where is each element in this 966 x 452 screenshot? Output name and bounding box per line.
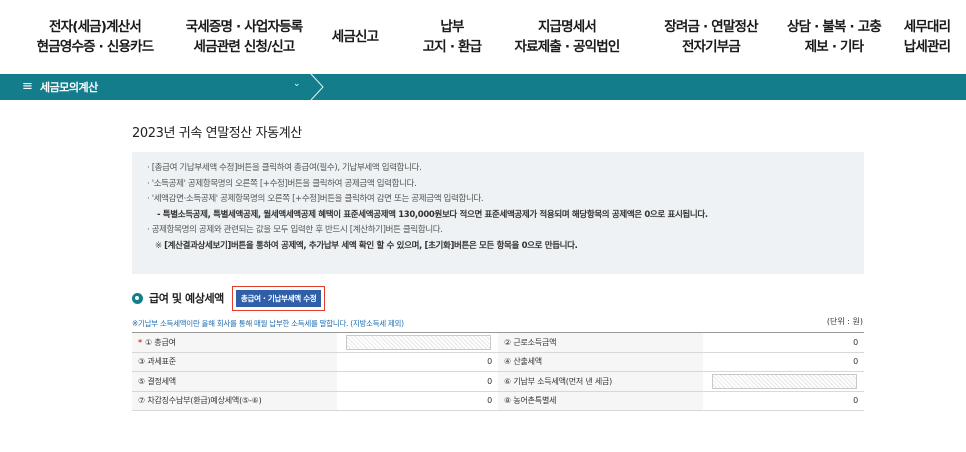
nav-line2: 현금영수증 · 신용카드 [36,39,155,55]
nav-line2: 세금관련 신청/신고 [193,39,296,55]
prepaid-tax-note: ※기납부 소득세액이란 올해 회사를 통해 매월 납부한 소득세를 말합니다. … [132,319,404,328]
tax-simulation-menu[interactable]: ≡ 세금모의계산 ⌄ [0,74,330,100]
hamburger-icon[interactable]: ≡ [22,78,33,96]
nav-line2: 자료제출 · 공익법인 [514,39,620,55]
nav-line1: 세금신고 [331,29,379,45]
instructions-box: · [총급여 기납부세액 수정]버튼을 클릭하여 총급여(필수), 기납부세액 … [132,152,864,274]
edit-salary-tax-button[interactable]: 총급여 · 기납부세액 수정 [235,289,322,307]
note-prefix: ※ [155,240,165,251]
menu-label: 세금모의계산 [40,81,98,94]
total-salary-label: * ① 총급여 [132,332,337,353]
section-bullet-icon [132,292,143,304]
nav-line2: 제보 · 기타 [804,39,864,55]
nav-payment-statement[interactable]: 지급명세서 자료제출 · 공익법인 [502,0,632,74]
nav-consultation[interactable]: 상담 · 불복 · 고충 제보 · 기타 [784,0,884,74]
nav-tax-certificate[interactable]: 국세증명 · 사업자등록 세금관련 신청/신고 [174,0,314,74]
expected-tax-label: ⑦ 차감징수납부(환급)예상세액(⑤-⑥) [132,390,337,411]
table-row: ③ 과세표준 0 ④ 산출세액 0 [132,351,864,372]
calculated-tax-label: ④ 산출세액 [498,351,703,372]
label-text: ① 총급여 [144,337,176,347]
prepaid-tax-cell [703,371,864,392]
determined-tax-value: 0 [337,371,498,392]
expected-tax-value: 0 [337,390,498,411]
nav-tax-filing[interactable]: 세금신고 [322,0,388,74]
table-row: * ① 총급여 ② 근로소득금액 0 [132,332,864,353]
instruction-line: · [총급여 기납부세액 수정]버튼을 클릭하여 총급여(필수), 기납부세액 … [147,163,422,173]
instruction-note: ※ [계산결과상세보기]버튼을 통하여 공제액, 추가납부 세액 확인 할 수 … [147,239,849,255]
section-title: 급여 및 예상세액 [149,292,224,305]
nav-line1: 장려금 · 연말정산 [664,19,758,35]
nav-line1: 전자(세금)계산서 [48,19,142,35]
earned-income-label: ② 근로소득금액 [498,332,703,353]
instruction-line: · 공제항목명의 공제와 관련되는 값을 모두 입력한 후 반드시 [계산하기]… [147,225,443,235]
tax-base-label: ③ 과세표준 [132,351,337,372]
section-header: 급여 및 예상세액 총급여 · 기납부세액 수정 [132,285,326,311]
sub-menu-bar: ≡ 세금모의계산 ⌄ [0,74,966,100]
note-emphasis: [계산결과상세보기]버튼을 통하여 공제액, 추가납부 세액 확인 할 수 있으… [164,240,578,251]
table-row: ⑤ 결정세액 0 ⑥ 기납부 소득세액(먼저 낸 세금) [132,371,864,392]
highlight-frame: 총급여 · 기납부세액 수정 [231,285,326,311]
nav-year-end-settlement[interactable]: 장려금 · 연말정산 전자기부금 [646,0,776,74]
nav-payment[interactable]: 납부 고지 · 환급 [412,0,492,74]
unit-label: (단위 : 원) [826,317,863,326]
nav-line1: 지급명세서 [537,19,597,35]
instruction-line: · '소득공제' 공제항목명의 오른쪽 [+수정]버튼을 클릭하여 공제금액 입… [147,178,417,189]
total-salary-cell [337,332,498,353]
nav-line1: 납부 [440,19,464,35]
instruction-line: · '세액감면·소득공제' 공제항목명의 오른쪽 [+수정]버튼을 클릭하여 감… [147,194,484,204]
nav-line1: 상담 · 불복 · 고충 [787,19,882,35]
nav-e-invoice[interactable]: 전자(세금)계산서 현금영수증 · 신용카드 [20,0,170,74]
instruction-line-emphasis: - 특별소득공제, 특별세액공제, 월세액세액공제 혜택이 표준세액공제액 13… [157,209,708,220]
determined-tax-label: ⑤ 결정세액 [132,371,337,392]
page-title: 2023년 귀속 연말정산 자동계산 [132,126,302,141]
nav-tax-agent[interactable]: 세무대리 납세관리 [892,0,962,74]
breadcrumb-separator-icon [310,74,324,100]
earned-income-value: 0 [703,332,864,353]
prepaid-tax-label: ⑥ 기납부 소득세액(먼저 낸 세금) [498,371,703,392]
chevron-down-icon[interactable]: ⌄ [293,79,301,89]
rural-special-tax-label: ⑧ 농어촌특별세 [498,390,703,411]
salary-tax-table: * ① 총급여 ② 근로소득금액 0 ③ 과세표준 0 ④ 산출세액 0 ⑤ 결정… [132,332,864,411]
nav-line1: 국세증명 · 사업자등록 [185,19,304,35]
required-mark: * [138,337,142,347]
top-navigation: 전자(세금)계산서 현금영수증 · 신용카드 국세증명 · 사업자등록 세금관련… [0,0,966,74]
total-salary-input[interactable] [346,334,491,350]
table-row: ⑦ 차감징수납부(환급)예상세액(⑤-⑥) 0 ⑧ 농어촌특별세 0 [132,390,864,411]
rural-special-tax-value: 0 [703,390,864,411]
nav-line2: 전자기부금 [681,39,741,55]
calculated-tax-value: 0 [703,351,864,372]
tax-base-value: 0 [337,351,498,372]
nav-line1: 세무대리 [903,19,951,35]
nav-line2: 고지 · 환급 [422,39,482,55]
prepaid-tax-input[interactable] [712,373,857,389]
nav-line2: 납세관리 [903,39,951,55]
